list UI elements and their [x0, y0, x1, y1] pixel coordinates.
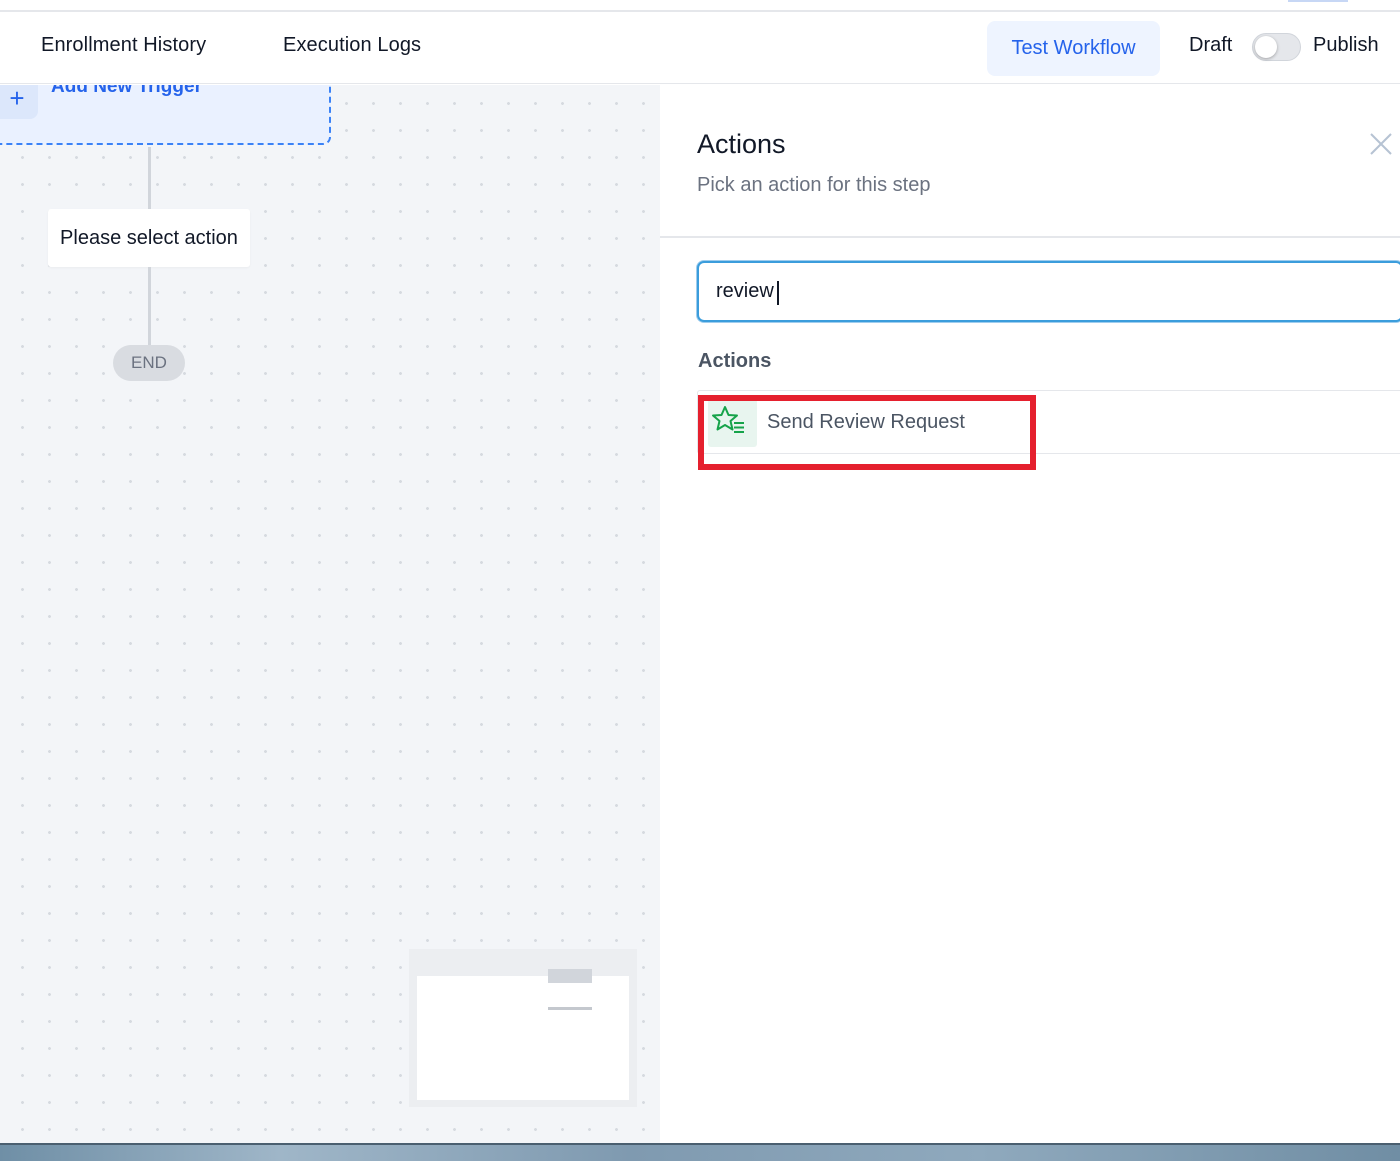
- toggle-knob: [1255, 36, 1277, 58]
- workflow-header: Enrollment History Execution Logs Test W…: [0, 12, 1400, 84]
- action-search-input[interactable]: [697, 261, 1400, 322]
- star-list-icon: [708, 399, 757, 447]
- action-result-send-review-request[interactable]: Send Review Request: [697, 390, 1400, 454]
- end-node: END: [113, 345, 185, 381]
- test-workflow-button[interactable]: Test Workflow: [987, 21, 1160, 76]
- action-result-label: Send Review Request: [767, 411, 965, 433]
- draft-label: Draft: [1189, 34, 1233, 56]
- panel-subtitle: Pick an action for this step: [697, 174, 931, 196]
- canvas-minimap[interactable]: [409, 949, 637, 1107]
- text-caret: [777, 281, 779, 305]
- connector-line: [148, 147, 151, 209]
- taskbar: [0, 1143, 1400, 1161]
- minimap-node: [548, 969, 592, 983]
- actions-section-heading: Actions: [698, 350, 772, 372]
- top-strip: [0, 0, 1400, 12]
- panel-title: Actions: [697, 129, 786, 159]
- minimap-viewport[interactable]: [417, 976, 629, 1100]
- top-corner-tab: [1288, 0, 1348, 2]
- tab-execution-logs[interactable]: Execution Logs: [283, 34, 421, 57]
- add-trigger-box[interactable]: + Add New Trigger: [0, 85, 331, 145]
- close-icon[interactable]: [1367, 130, 1395, 158]
- publish-label: Publish: [1313, 34, 1379, 56]
- publish-toggle[interactable]: [1252, 33, 1301, 61]
- plus-icon[interactable]: +: [0, 85, 38, 119]
- actions-panel: Actions Pick an action for this step Act…: [660, 85, 1400, 1143]
- select-action-node[interactable]: Please select action: [48, 209, 250, 267]
- connector-line: [148, 267, 151, 345]
- tab-enrollment-history[interactable]: Enrollment History: [41, 34, 206, 57]
- add-new-trigger-link[interactable]: Add New Trigger: [51, 85, 202, 98]
- minimap-node: [548, 1007, 592, 1010]
- workflow-canvas[interactable]: + Add New Trigger Please select action E…: [0, 85, 660, 1143]
- panel-divider: [660, 236, 1400, 238]
